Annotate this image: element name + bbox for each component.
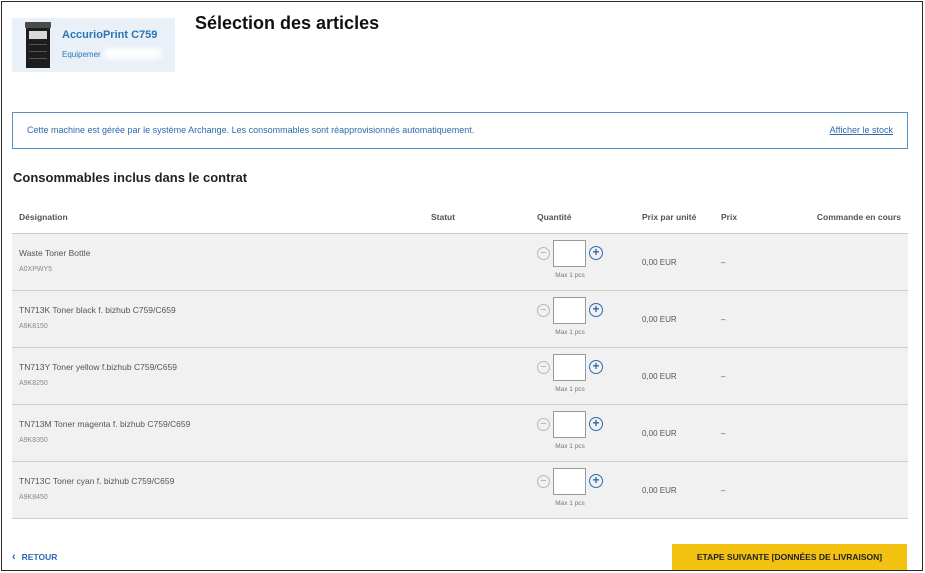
machine-card[interactable]: AccurioPrint C759 Equipemer — [12, 18, 175, 72]
header-commande: Commande en cours — [816, 212, 901, 222]
section-title: Consommables inclus dans le contrat — [13, 170, 248, 185]
unit-price: 0,00 EUR — [642, 486, 677, 495]
price: – — [721, 429, 726, 438]
next-step-button[interactable]: ETAPE SUIVANTE [DONNÉES DE LIVRAISON] — [672, 544, 907, 570]
price: – — [721, 486, 726, 495]
table-row: Waste Toner Bottle A0XPWY5 − + Max 1 pcs… — [12, 234, 908, 291]
quantity-input[interactable] — [553, 354, 586, 381]
header-designation: Désignation — [19, 212, 68, 222]
show-stock-link[interactable]: Afficher le stock — [830, 125, 893, 135]
price: – — [721, 315, 726, 324]
minus-icon[interactable]: − — [537, 304, 550, 317]
redacted-text — [104, 48, 162, 59]
quantity-input[interactable] — [553, 411, 586, 438]
header-statut: Statut — [431, 212, 456, 222]
minus-icon[interactable]: − — [537, 247, 550, 260]
item-code: A9K8450 — [19, 494, 48, 501]
printer-image — [25, 22, 51, 68]
back-link[interactable]: ‹ RETOUR — [12, 551, 57, 563]
minus-icon[interactable]: − — [537, 361, 550, 374]
header-prix-unite: Prix par unité — [642, 212, 697, 222]
table-row: TN713K Toner black f. bizhub C759/C659 A… — [12, 291, 908, 348]
plus-icon[interactable]: + — [589, 246, 603, 260]
unit-price: 0,00 EUR — [642, 258, 677, 267]
table-row: TN713C Toner cyan f. bizhub C759/C659 A9… — [12, 462, 908, 519]
back-label: RETOUR — [21, 552, 58, 562]
unit-price: 0,00 EUR — [642, 429, 677, 438]
quantity-input[interactable] — [553, 468, 586, 495]
table-header: Désignation Statut Quantité Prix par uni… — [12, 206, 908, 234]
page-title: Sélection des articles — [195, 13, 380, 33]
max-quantity: Max 1 pcs — [555, 500, 585, 507]
price: – — [721, 258, 726, 267]
minus-icon[interactable]: − — [537, 418, 550, 431]
plus-icon[interactable]: + — [589, 360, 603, 374]
unit-price: 0,00 EUR — [642, 315, 677, 324]
info-banner: Cette machine est gérée par le système A… — [12, 112, 908, 149]
max-quantity: Max 1 pcs — [555, 386, 585, 393]
max-quantity: Max 1 pcs — [555, 329, 585, 336]
item-name: TN713K Toner black f. bizhub C759/C659 — [19, 305, 176, 315]
item-name: Waste Toner Bottle — [19, 248, 91, 258]
item-code: A9K8250 — [19, 380, 48, 387]
chevron-left-icon: ‹ — [12, 551, 16, 563]
item-code: A0XPWY5 — [19, 266, 53, 273]
header-quantite: Quantité — [537, 212, 572, 222]
item-name: TN713Y Toner yellow f.bizhub C759/C659 — [19, 362, 177, 372]
page-frame: AccurioPrint C759 Equipemer Sélection de… — [1, 1, 923, 571]
item-code: A9K8150 — [19, 323, 48, 330]
max-quantity: Max 1 pcs — [555, 272, 585, 279]
machine-name: AccurioPrint C759 — [62, 29, 158, 41]
banner-text: Cette machine est gérée par le système A… — [27, 125, 475, 135]
item-name: TN713C Toner cyan f. bizhub C759/C659 — [19, 476, 175, 486]
item-code: A9K8350 — [19, 437, 48, 444]
unit-price: 0,00 EUR — [642, 372, 677, 381]
table-row: TN713M Toner magenta f. bizhub C759/C659… — [12, 405, 908, 462]
minus-icon[interactable]: − — [537, 475, 550, 488]
quantity-input[interactable] — [553, 297, 586, 324]
price: – — [721, 372, 726, 381]
table-row: TN713Y Toner yellow f.bizhub C759/C659 A… — [12, 348, 908, 405]
item-name: TN713M Toner magenta f. bizhub C759/C659 — [19, 419, 191, 429]
header-prix: Prix — [721, 212, 738, 222]
plus-icon[interactable]: + — [589, 417, 603, 431]
plus-icon[interactable]: + — [589, 474, 603, 488]
machine-subtitle: Equipemer — [62, 50, 101, 59]
max-quantity: Max 1 pcs — [555, 443, 585, 450]
plus-icon[interactable]: + — [589, 303, 603, 317]
quantity-input[interactable] — [553, 240, 586, 267]
